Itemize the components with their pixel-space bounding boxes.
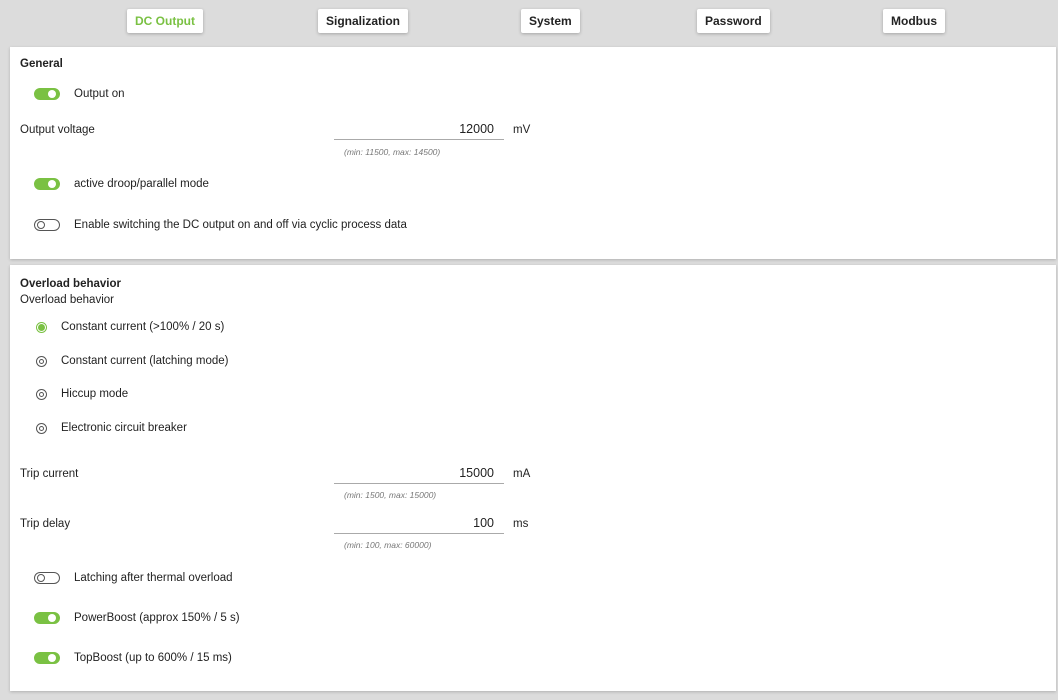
trip-current-unit: mA — [513, 468, 531, 480]
cyclic-toggle[interactable] — [34, 219, 60, 231]
output-on-toggle[interactable] — [34, 88, 60, 100]
powerboost-label: PowerBoost (approx 150% / 5 s) — [74, 612, 240, 624]
overload-option-label: Constant current (>100% / 20 s) — [61, 321, 225, 333]
tab-system[interactable]: System — [521, 9, 580, 33]
overload-option-label: Electronic circuit breaker — [61, 422, 187, 434]
radio-icon[interactable] — [36, 388, 47, 400]
output-on-label: Output on — [74, 88, 125, 100]
latching-row[interactable]: Latching after thermal overload — [22, 568, 233, 588]
powerboost-toggle[interactable] — [34, 612, 60, 624]
droop-label: active droop/parallel mode — [74, 178, 209, 190]
trip-delay-label: Trip delay — [20, 518, 71, 530]
overload-option-2[interactable]: Hiccup mode — [22, 384, 128, 404]
overload-option-3[interactable]: Electronic circuit breaker — [22, 418, 187, 438]
radio-icon[interactable] — [36, 422, 47, 434]
overload-card: Overload behavior Overload behavior Cons… — [10, 265, 1056, 691]
overload-title: Overload behavior — [20, 278, 121, 290]
latching-label: Latching after thermal overload — [74, 572, 233, 584]
cyclic-label: Enable switching the DC output on and of… — [74, 219, 407, 231]
trip-current-input[interactable] — [334, 462, 504, 484]
tab-bar: DC Output Signalization System Password … — [0, 0, 1058, 44]
tab-dc-output[interactable]: DC Output — [127, 9, 203, 33]
powerboost-row[interactable]: PowerBoost (approx 150% / 5 s) — [22, 608, 240, 628]
topboost-label: TopBoost (up to 600% / 15 ms) — [74, 652, 232, 664]
output-voltage-input[interactable] — [334, 118, 504, 140]
trip-current-hint: (min: 1500, max: 15000) — [344, 490, 437, 500]
trip-delay-hint: (min: 100, max: 60000) — [344, 540, 432, 550]
trip-current-label: Trip current — [20, 468, 79, 480]
output-voltage-unit: mV — [513, 124, 531, 136]
general-title: General — [20, 58, 63, 70]
radio-icon[interactable] — [36, 355, 47, 367]
topboost-row[interactable]: TopBoost (up to 600% / 15 ms) — [22, 648, 232, 668]
trip-delay-input[interactable] — [334, 512, 504, 534]
tab-modbus[interactable]: Modbus — [883, 9, 945, 33]
droop-row[interactable]: active droop/parallel mode — [22, 174, 209, 194]
overload-option-1[interactable]: Constant current (latching mode) — [22, 351, 228, 371]
output-on-row[interactable]: Output on — [22, 84, 125, 104]
droop-toggle[interactable] — [34, 178, 60, 190]
radio-selected-icon[interactable] — [36, 321, 47, 333]
overload-option-label: Hiccup mode — [61, 388, 129, 400]
general-card: General Output on Output voltage mV (min… — [10, 47, 1056, 259]
output-voltage-label: Output voltage — [20, 124, 95, 136]
cyclic-row[interactable]: Enable switching the DC output on and of… — [22, 215, 407, 235]
latching-toggle[interactable] — [34, 572, 60, 584]
output-voltage-hint: (min: 11500, max: 14500) — [344, 147, 441, 157]
topboost-toggle[interactable] — [34, 652, 60, 664]
overload-option-label: Constant current (latching mode) — [61, 355, 229, 367]
overload-option-0[interactable]: Constant current (>100% / 20 s) — [22, 317, 224, 337]
trip-delay-unit: ms — [513, 518, 529, 530]
tab-signalization[interactable]: Signalization — [318, 9, 409, 33]
tab-password[interactable]: Password — [697, 9, 770, 33]
overload-subtitle: Overload behavior — [20, 294, 114, 306]
